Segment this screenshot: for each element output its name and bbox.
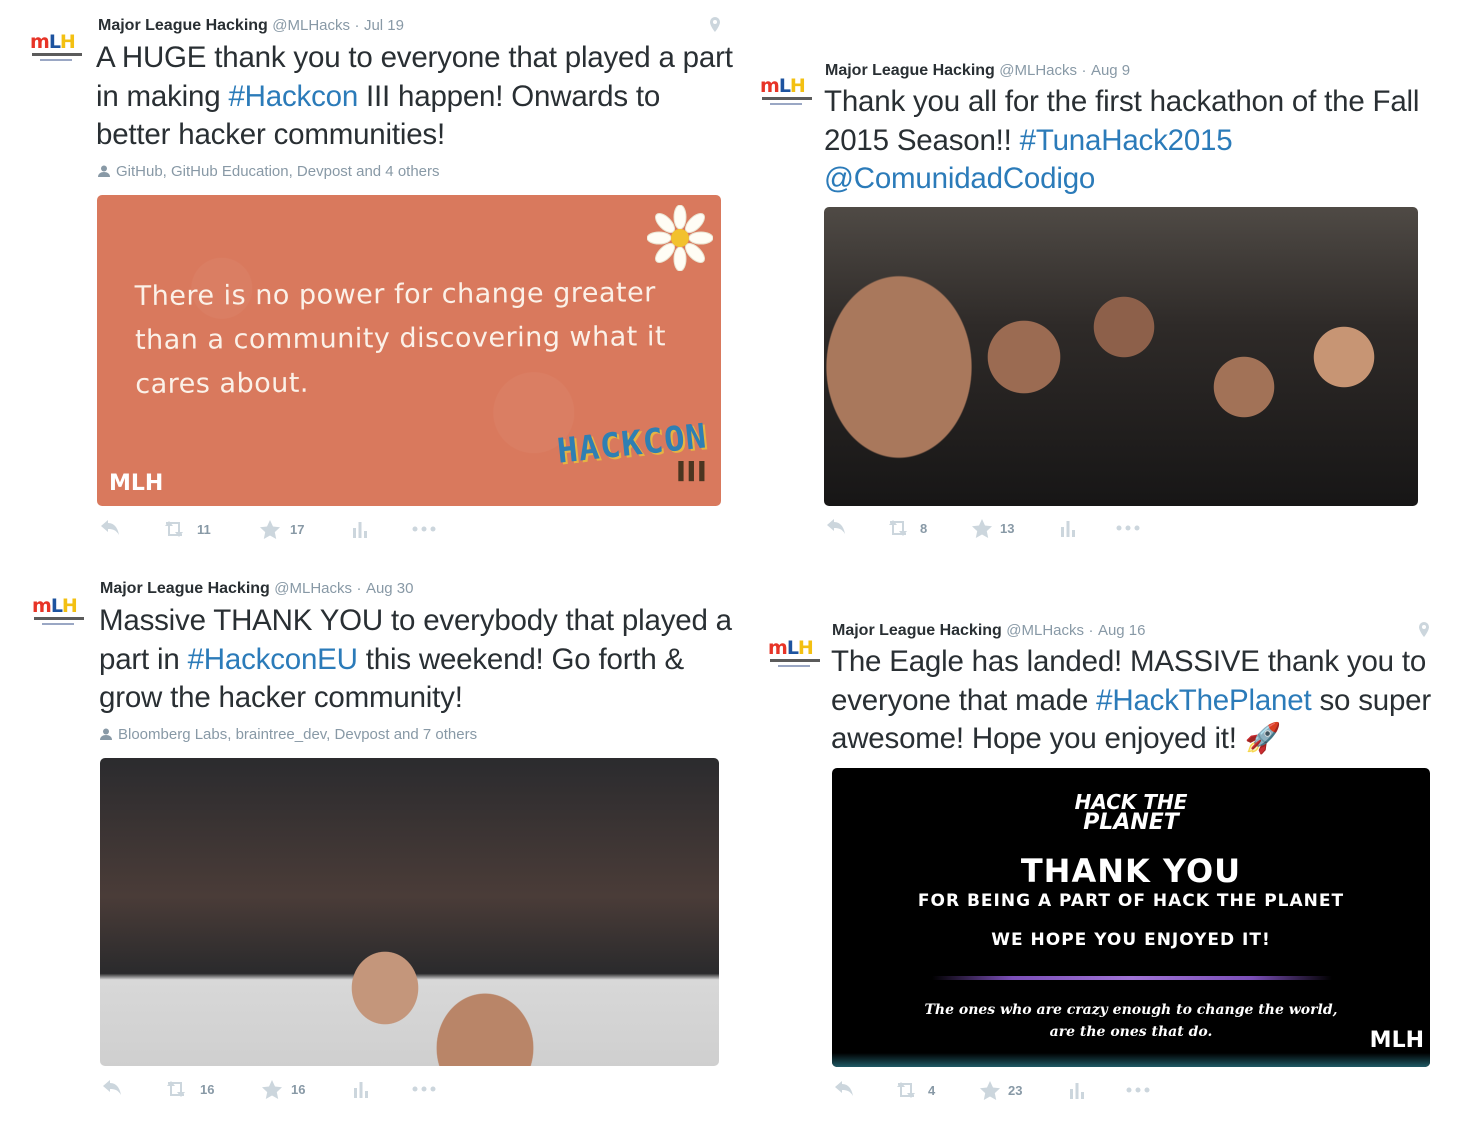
mlh-brand-logo: MLH (1369, 1028, 1424, 1053)
avatar[interactable]: mLH (760, 70, 818, 110)
reply-icon[interactable] (834, 1081, 854, 1099)
mlh-logo: mLH (32, 595, 78, 617)
person-icon (100, 728, 112, 740)
favorite-icon[interactable] (980, 1081, 1000, 1100)
htp-logo-line2: PLANET (1083, 810, 1179, 835)
footer-gradient (832, 1053, 1430, 1067)
analytics-icon[interactable] (353, 1080, 369, 1098)
mention-link[interactable]: @ComunidadCodigo (824, 162, 1095, 195)
htp-quote-line1: The ones who are crazy enough to change … (924, 1002, 1338, 1018)
tweet-date[interactable]: Aug 16 (1098, 622, 1146, 639)
tweet-image[interactable]: There is no power for change greater tha… (97, 195, 721, 506)
author-handle[interactable]: @MLHacks (999, 62, 1077, 79)
mlh-logo: mLH (30, 31, 76, 53)
tweet-header: Major League Hacking @MLHacks · Aug 30 (100, 580, 414, 597)
favorite-icon[interactable] (260, 520, 280, 539)
divider (932, 976, 1332, 980)
author-name[interactable]: Major League Hacking (98, 17, 268, 34)
tweet-header: Major League Hacking @MLHacks · Jul 19 (98, 17, 404, 34)
retweet-icon[interactable] (894, 1081, 918, 1099)
tweet-image[interactable]: HACK THE PLANET THANK YOU FOR BEING A PA… (832, 768, 1430, 1067)
reply-icon[interactable] (102, 1080, 122, 1098)
hashtag-link[interactable]: #Hackcon (228, 80, 358, 113)
more-icon[interactable] (1126, 1087, 1150, 1093)
quote-text: There is no power for change greater tha… (134, 277, 667, 400)
favorite-count: 23 (1008, 1083, 1023, 1098)
favorite-icon[interactable] (972, 519, 992, 538)
reply-icon[interactable] (100, 520, 120, 538)
analytics-icon[interactable] (352, 520, 368, 538)
tweet-date[interactable]: Jul 19 (364, 17, 404, 34)
tagged-users[interactable]: Bloomberg Labs, braintree_dev, Devpost a… (100, 726, 477, 743)
tweet-actions: 4 23 (834, 1081, 1174, 1101)
tweet-text: A HUGE thank you to everyone that played… (96, 41, 733, 151)
thank-you-headline: THANK YOU (1020, 852, 1242, 890)
retweet-count: 11 (197, 522, 211, 537)
retweet-icon[interactable] (164, 1080, 188, 1098)
tweet-image[interactable] (100, 758, 719, 1066)
reply-icon[interactable] (826, 519, 846, 537)
more-icon[interactable] (412, 1086, 436, 1092)
tweet-date[interactable]: Aug 30 (366, 580, 414, 597)
mlh-logo: mLH (768, 637, 814, 659)
retweet-icon[interactable] (886, 519, 910, 537)
person-icon (98, 165, 110, 177)
htp-subline-2: WE HOPE YOU ENJOYED IT! (991, 930, 1271, 950)
avatar[interactable]: mLH (768, 632, 826, 672)
tagged-users[interactable]: GitHub, GitHub Education, Devpost and 4 … (98, 163, 440, 180)
mlh-brand-logo: MLH (109, 471, 164, 496)
htp-quote-line2: are the ones that do. (1049, 1024, 1213, 1040)
favorite-count: 16 (291, 1082, 306, 1097)
hashtag-link[interactable]: #TunaHack2015 (1020, 124, 1233, 157)
author-handle[interactable]: @MLHacks (274, 580, 352, 597)
more-icon[interactable] (412, 526, 436, 532)
analytics-icon[interactable] (1060, 519, 1076, 537)
author-name[interactable]: Major League Hacking (100, 580, 270, 597)
author-name[interactable]: Major League Hacking (832, 622, 1002, 639)
tweet-actions: 16 16 (102, 1080, 442, 1100)
tweet-header: Major League Hacking @MLHacks · Aug 9 (825, 62, 1131, 79)
retweet-icon[interactable] (162, 520, 186, 538)
hashtag-link[interactable]: #HackThePlanet (1096, 684, 1311, 717)
avatar[interactable]: mLH (30, 26, 88, 66)
retweet-count: 16 (200, 1082, 215, 1097)
tweet-actions: 11 17 (100, 520, 460, 540)
daisy-icon (647, 205, 713, 271)
tweet-actions: 8 13 (826, 519, 1166, 539)
location-pin-icon[interactable] (1416, 621, 1432, 641)
event-number: III (675, 455, 707, 488)
favorite-icon[interactable] (262, 1080, 282, 1099)
author-name[interactable]: Major League Hacking (825, 62, 995, 79)
hashtag-link[interactable]: #HackconEU (188, 643, 358, 676)
retweet-count: 4 (928, 1083, 936, 1098)
htp-subline-1: FOR BEING A PART OF HACK THE PLANET (917, 891, 1345, 911)
tweet-text: Thank you all for the first hackathon of… (824, 85, 1420, 195)
tweet-text: The Eagle has landed! MASSIVE thank you … (831, 645, 1431, 755)
author-handle[interactable]: @MLHacks (272, 17, 350, 34)
retweet-count: 8 (920, 521, 928, 536)
favorite-count: 17 (290, 522, 305, 537)
analytics-icon[interactable] (1069, 1081, 1085, 1099)
more-icon[interactable] (1116, 525, 1140, 531)
mlh-logo: mLH (760, 75, 806, 97)
avatar[interactable]: mLH (32, 590, 90, 630)
tweet-image[interactable] (824, 207, 1418, 506)
author-handle[interactable]: @MLHacks (1006, 622, 1084, 639)
tweet-date[interactable]: Aug 9 (1091, 62, 1130, 79)
tweet-text: Massive THANK YOU to everybody that play… (99, 604, 732, 714)
location-pin-icon[interactable] (707, 16, 723, 36)
tweet-header: Major League Hacking @MLHacks · Aug 16 (832, 622, 1146, 639)
favorite-count: 13 (1000, 521, 1015, 536)
